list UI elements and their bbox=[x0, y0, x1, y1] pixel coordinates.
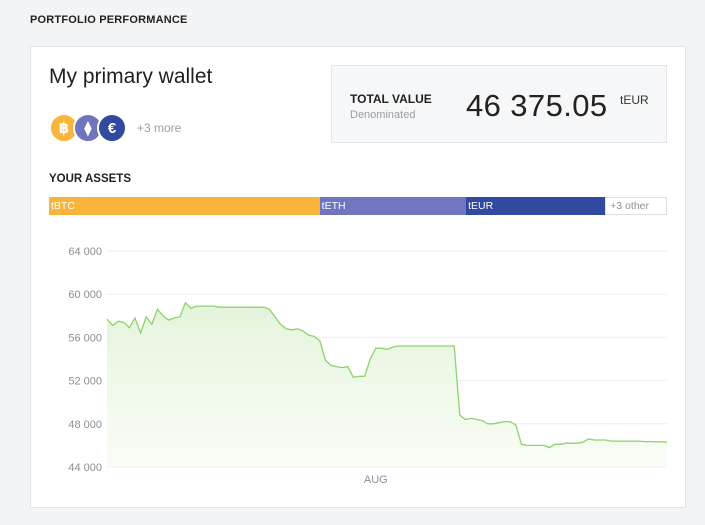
asset-segment-teur[interactable]: tEUR bbox=[466, 197, 606, 215]
y-tick-label: 56 000 bbox=[68, 332, 102, 344]
y-tick-label: 60 000 bbox=[68, 289, 102, 301]
more-coins-link[interactable]: +3 more bbox=[137, 121, 181, 135]
y-tick-label: 44 000 bbox=[68, 462, 102, 474]
portfolio-chart: 44 000 48 000 52 000 56 000 60 000 64 000 AUG bbox=[68, 246, 668, 486]
total-value-unit: tEUR bbox=[620, 93, 649, 107]
total-value-amount: 46 375.05 bbox=[466, 88, 608, 123]
asset-segment-teth[interactable]: tETH bbox=[319, 197, 467, 215]
y-tick-label: 64 000 bbox=[68, 246, 102, 258]
wallet-coins: ฿ ⧫ € +3 more bbox=[49, 113, 249, 145]
y-axis-ticks: 44 000 48 000 52 000 56 000 60 000 64 000 bbox=[68, 246, 102, 474]
wallet-card: My primary wallet ฿ ⧫ € +3 more TOTAL VA… bbox=[30, 46, 686, 508]
total-value-label: TOTAL VALUE bbox=[350, 92, 432, 106]
euro-icon[interactable]: € bbox=[97, 113, 127, 143]
y-tick-label: 48 000 bbox=[68, 419, 102, 431]
total-value-sublabel: Denominated bbox=[350, 109, 416, 121]
total-value-box: TOTAL VALUE Denominated 46 375.05 tEUR bbox=[331, 65, 667, 143]
assets-title: YOUR ASSETS bbox=[49, 173, 132, 185]
y-tick-label: 52 000 bbox=[68, 376, 102, 388]
asset-segment-other[interactable]: +3 other bbox=[605, 197, 667, 215]
wallet-name: My primary wallet bbox=[49, 65, 213, 88]
x-axis-ticks: AUG bbox=[364, 474, 388, 486]
x-tick-label: AUG bbox=[364, 474, 388, 486]
asset-allocation-bar: tBTC tETH tEUR +3 other bbox=[49, 197, 667, 215]
asset-segment-tbtc[interactable]: tBTC bbox=[49, 197, 320, 215]
page-title: PORTFOLIO PERFORMANCE bbox=[30, 14, 188, 26]
